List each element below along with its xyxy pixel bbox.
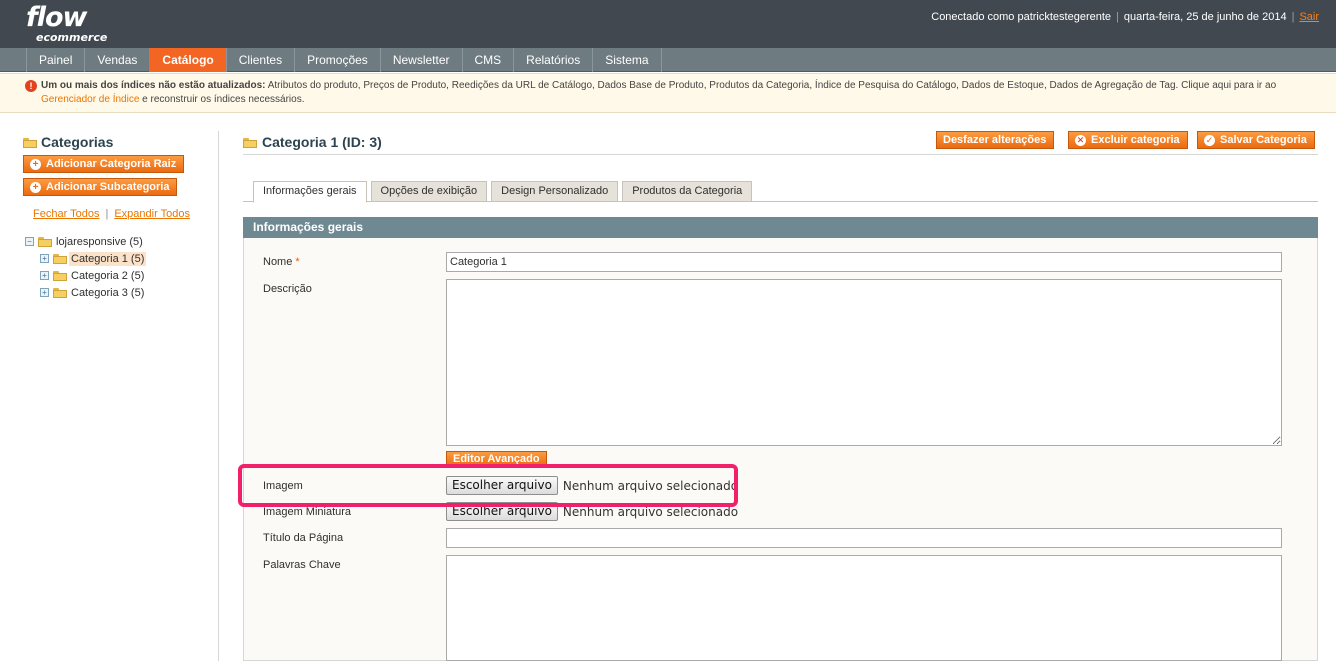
- plus-icon: +: [30, 158, 41, 170]
- expand-toggle-icon[interactable]: +: [40, 288, 49, 297]
- description-label: Descrição: [263, 283, 312, 295]
- page-title-input[interactable]: [446, 528, 1282, 548]
- folder-icon: [243, 137, 257, 148]
- name-input[interactable]: [446, 252, 1282, 272]
- tree-node-categoria-2[interactable]: + Categoria 2 (5): [40, 267, 146, 284]
- index-notice: ! Um ou mais dos índices não estão atual…: [0, 73, 1336, 113]
- title-divider: [243, 154, 1318, 155]
- expand-all-link[interactable]: Expandir Todos: [114, 208, 190, 220]
- folder-icon: [53, 287, 67, 298]
- folder-icon: [23, 137, 37, 148]
- collapse-all-link[interactable]: Fechar Todos: [33, 208, 99, 220]
- reset-label: Desfazer alterações: [943, 134, 1047, 146]
- image-no-file-text: Nenhum arquivo selecionado: [562, 478, 739, 493]
- plus-icon: +: [30, 181, 41, 193]
- tree-node-categoria-1[interactable]: + Categoria 1 (5): [40, 250, 147, 267]
- folder-icon: [53, 253, 67, 264]
- thumbnail-label: Imagem Miniatura: [263, 506, 352, 518]
- section-header: Informações gerais: [243, 217, 1318, 238]
- current-date-text: quarta-feira, 25 de junho de 2014: [1123, 11, 1287, 23]
- save-label: Salvar Categoria: [1220, 134, 1307, 146]
- tree-node-label[interactable]: Categoria 1 (5): [69, 251, 147, 266]
- required-marker: *: [295, 256, 300, 268]
- page-title-text: Categoria 1 (ID: 3): [262, 134, 382, 150]
- sidebar-title: Categorias: [23, 134, 113, 150]
- keywords-label: Palavras Chave: [263, 559, 341, 571]
- sidebar-title-text: Categorias: [41, 134, 114, 150]
- tree-node-root[interactable]: − lojaresponsive (5): [25, 233, 146, 250]
- logo-main-text: flow: [26, 2, 88, 33]
- nav-item-newsletter[interactable]: Newsletter: [379, 48, 462, 72]
- delete-label: Excluir categoria: [1091, 134, 1180, 146]
- notice-bold-text: Um ou mais dos índices não estão atualiz…: [41, 80, 266, 91]
- image-file-input[interactable]: Escolher arquivo Nenhum arquivo selecion…: [446, 476, 738, 495]
- notice-text-after: e reconstruir os índices necessários.: [139, 94, 305, 105]
- add-root-category-button[interactable]: + Adicionar Categoria Raiz: [23, 155, 185, 173]
- save-category-button[interactable]: ✓ Salvar Categoria: [1197, 131, 1315, 149]
- name-label: Nome *: [263, 256, 300, 268]
- sidebar-divider: [218, 131, 219, 661]
- reset-button[interactable]: Desfazer alterações: [936, 131, 1055, 149]
- top-header: flow ecommerce Conectado como patricktes…: [0, 0, 1336, 48]
- index-manager-link[interactable]: Gerenciador de Índice: [41, 94, 139, 105]
- links-separator: |: [105, 208, 109, 220]
- nav-item-catalogo[interactable]: Catálogo: [149, 48, 226, 72]
- choose-image-button[interactable]: Escolher arquivo: [446, 476, 558, 495]
- tab-general-info[interactable]: Informações gerais: [253, 181, 367, 203]
- folder-open-icon: [38, 236, 52, 247]
- folder-icon: [53, 270, 67, 281]
- add-subcategory-button[interactable]: + Adicionar Subcategoria: [23, 178, 178, 196]
- keywords-textarea[interactable]: [446, 555, 1282, 661]
- logo-sub-text: ecommerce: [36, 31, 108, 44]
- name-label-text: Nome: [263, 256, 293, 268]
- header-user-info: Conectado como patricktestegerente | quart…: [931, 11, 1319, 23]
- thumbnail-no-file-text: Nenhum arquivo selecionado: [562, 504, 739, 519]
- expand-toggle-icon[interactable]: +: [40, 254, 49, 263]
- header-separator: |: [1291, 11, 1295, 23]
- tab-custom-design[interactable]: Design Personalizado: [491, 181, 619, 202]
- tree-node-label[interactable]: Categoria 3 (5): [69, 286, 146, 300]
- logo[interactable]: flow ecommerce: [26, 2, 108, 44]
- add-subcategory-label: Adicionar Subcategoria: [46, 181, 170, 193]
- add-root-category-label: Adicionar Categoria Raiz: [46, 158, 177, 170]
- page-title-label: Título da Página: [263, 532, 344, 544]
- header-separator: |: [1116, 11, 1119, 23]
- advanced-editor-button[interactable]: Editor Avançado: [446, 451, 547, 467]
- notice-message: Um ou mais dos índices não estão atualiz…: [41, 79, 1311, 107]
- tree-node-categoria-3[interactable]: + Categoria 3 (5): [40, 284, 146, 301]
- nav-item-relatorios[interactable]: Relatórios: [513, 48, 592, 72]
- tree-node-label[interactable]: lojaresponsive (5): [54, 235, 145, 249]
- expand-toggle-icon[interactable]: +: [40, 271, 49, 280]
- collapse-toggle-icon[interactable]: −: [25, 237, 34, 246]
- error-icon: !: [25, 80, 37, 92]
- check-icon: ✓: [1204, 134, 1215, 146]
- nav-items: Painel Vendas Catálogo Clientes Promoçõe…: [26, 48, 662, 72]
- tab-bar: Informações gerais Opções de exibição De…: [253, 181, 753, 203]
- thumbnail-file-input[interactable]: Escolher arquivo Nenhum arquivo selecion…: [446, 502, 738, 521]
- notice-text-before: Atributos do produto, Preços de Produto,…: [265, 80, 1277, 91]
- choose-thumbnail-button[interactable]: Escolher arquivo: [446, 502, 558, 521]
- image-label: Imagem: [263, 480, 303, 492]
- page-title: Categoria 1 (ID: 3): [243, 134, 382, 150]
- delete-icon: ✕: [1075, 134, 1086, 146]
- main-nav: Painel Vendas Catálogo Clientes Promoçõe…: [0, 48, 1336, 72]
- logged-in-user-text: Conectado como patricktestegerente: [931, 11, 1112, 23]
- nav-item-sistema[interactable]: Sistema: [592, 48, 662, 72]
- nav-item-promocoes[interactable]: Promoções: [294, 48, 380, 72]
- description-textarea[interactable]: [446, 279, 1282, 446]
- nav-item-cms[interactable]: CMS: [461, 48, 514, 72]
- nav-item-clientes[interactable]: Clientes: [225, 48, 294, 72]
- tab-category-products[interactable]: Produtos da Categoria: [622, 181, 753, 202]
- tree-controls: Fechar Todos | Expandir Todos: [33, 208, 190, 220]
- tab-display-options[interactable]: Opções de exibição: [370, 181, 488, 202]
- category-tree: − lojaresponsive (5) + Categoria 1 (5) +…: [25, 233, 147, 301]
- logout-link[interactable]: Sair: [1299, 11, 1319, 23]
- nav-item-vendas[interactable]: Vendas: [84, 48, 149, 72]
- tree-node-label[interactable]: Categoria 2 (5): [69, 269, 146, 283]
- nav-item-painel[interactable]: Painel: [26, 48, 84, 72]
- delete-category-button[interactable]: ✕ Excluir categoria: [1068, 131, 1188, 149]
